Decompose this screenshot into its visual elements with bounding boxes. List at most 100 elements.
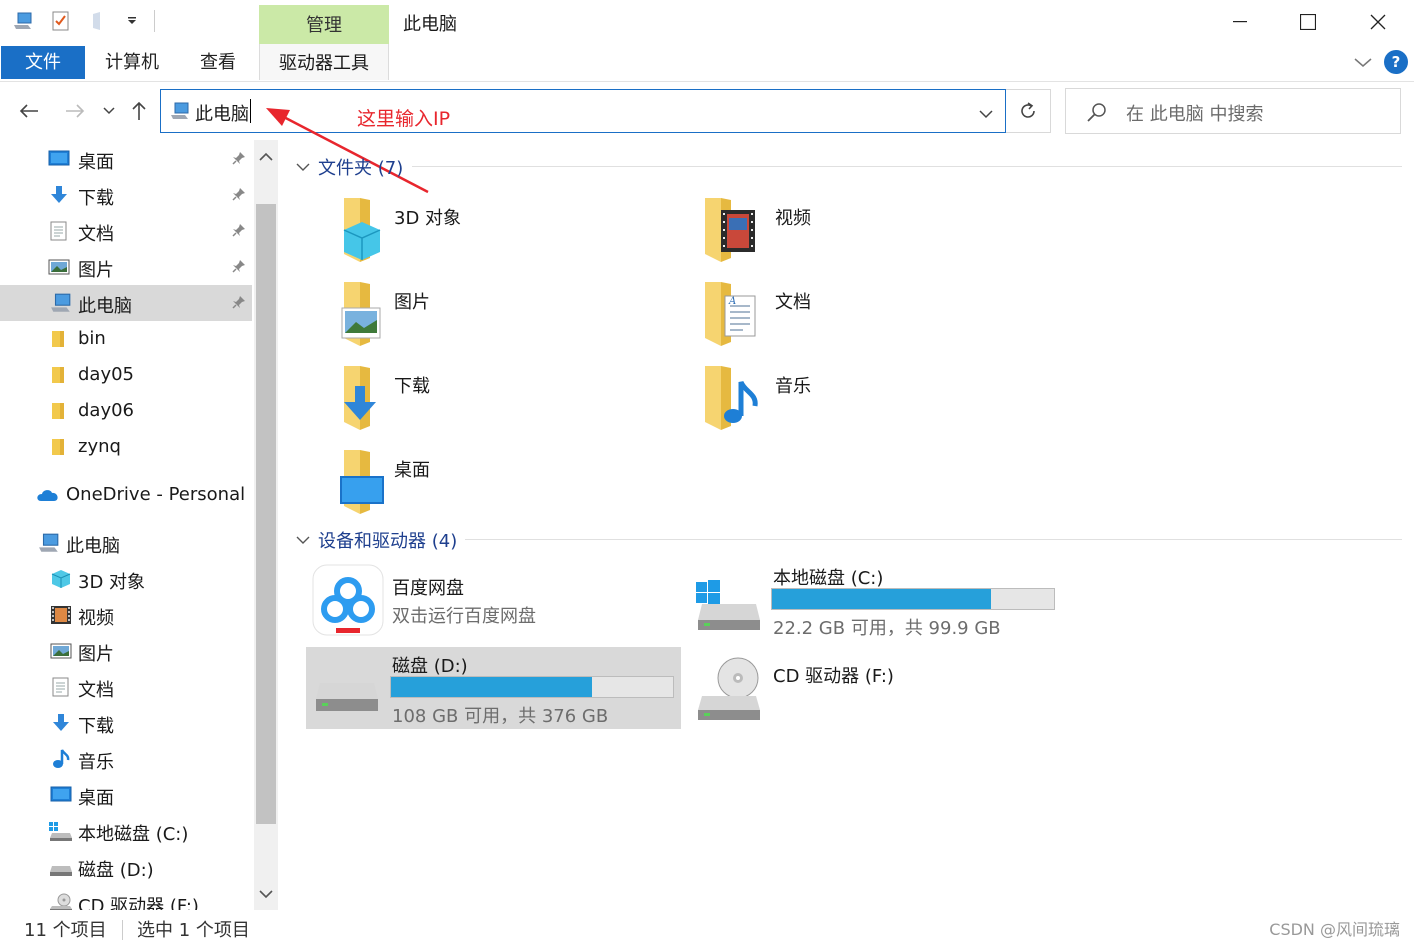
tab-computer[interactable]: 计算机 (105, 44, 159, 78)
text-cursor (250, 99, 251, 123)
properties-icon[interactable] (50, 10, 72, 32)
pc-icon (169, 102, 191, 124)
sidebar-item-3d-objects[interactable]: 3D 对象 (0, 561, 252, 597)
folders-section-header[interactable]: 文件夹 (7) (296, 154, 403, 180)
sidebar-item-label: day05 (78, 364, 135, 385)
sidebar-item-drive-d[interactable]: 磁盘 (D:) (0, 849, 252, 885)
folder-name: 3D 对象 (394, 208, 462, 229)
toolbar-divider (154, 10, 155, 32)
sidebar-item-label: 图片 (78, 260, 114, 281)
sidebar-item-day05[interactable]: day05 (0, 357, 252, 393)
search-box[interactable]: 在 此电脑 中搜索 (1065, 88, 1401, 134)
scroll-down-icon[interactable] (258, 886, 274, 902)
folder-tile-downloads[interactable]: 下载 (302, 364, 662, 444)
pc-icon[interactable] (12, 10, 34, 32)
devices-section-title: 设备和驱动器 (4) (318, 531, 458, 552)
scrollbar-thumb[interactable] (256, 204, 276, 824)
sidebar-item-music[interactable]: 音乐 (0, 741, 252, 777)
new-folder-icon[interactable] (88, 10, 110, 32)
address-path[interactable]: 此电脑 (195, 100, 249, 126)
annotation-label: 这里输入IP (357, 108, 451, 130)
help-icon[interactable]: ? (1384, 50, 1408, 74)
manage-context-tab[interactable]: 管理 (259, 5, 389, 44)
forward-button[interactable] (62, 98, 88, 124)
sidebar-item-downloads[interactable]: 下载 (0, 177, 252, 213)
sidebar-item-desktop[interactable]: 桌面 (0, 141, 252, 177)
address-dropdown-icon[interactable] (979, 104, 993, 123)
cd-drive-icon (50, 893, 72, 910)
tab-view[interactable]: 查看 (200, 44, 236, 78)
sidebar-item-label: 此电脑 (66, 536, 120, 557)
folder-tile-music[interactable]: 音乐 (683, 364, 1043, 444)
pin-icon[interactable] (232, 295, 246, 309)
maximize-button[interactable] (1278, 0, 1338, 44)
close-icon (1370, 14, 1386, 30)
disk-usage-bar (390, 676, 674, 698)
download-icon (53, 714, 69, 731)
sidebar-item-pictures[interactable]: 图片 (0, 249, 252, 285)
folder-name: 视频 (775, 208, 811, 229)
chevron-down-icon (296, 536, 310, 544)
title-bar: 管理 此电脑 (0, 0, 1414, 44)
devices-section-header[interactable]: 设备和驱动器 (4) (296, 527, 457, 553)
up-button[interactable] (126, 98, 152, 124)
scroll-up-icon[interactable] (258, 148, 274, 164)
disk-usage-fill (772, 589, 992, 609)
sidebar-item-label: 下载 (78, 188, 114, 209)
folder-icon (52, 439, 64, 455)
device-name: 百度网盘 (392, 578, 464, 599)
video-icon (51, 606, 71, 624)
folder-tile-videos[interactable]: 视频 (683, 196, 1043, 276)
refresh-icon (1021, 102, 1035, 118)
pin-icon[interactable] (232, 223, 246, 237)
sidebar-item-label: 图片 (78, 644, 114, 665)
sidebar-item-label: 文档 (78, 224, 114, 245)
tab-file[interactable]: 文件 (1, 46, 85, 79)
sidebar-item-bin[interactable]: bin (0, 321, 252, 357)
minimize-icon (1233, 21, 1247, 23)
device-name: 本地磁盘 (C:) (773, 568, 884, 589)
sidebar-item-zynq[interactable]: zynq (0, 429, 252, 465)
sidebar-item-cd-drive[interactable]: CD 驱动器 (F:) (0, 885, 252, 910)
status-bar: 11 个项目 选中 1 个项目 CSDN @风间琉璃 (0, 912, 1414, 945)
ribbon-tabs: 文件 计算机 查看 驱动器工具 ? (0, 44, 1414, 82)
device-baidu-netdisk[interactable]: 百度网盘 双击运行百度网盘 (306, 560, 681, 642)
sidebar-item-pictures-2[interactable]: 图片 (0, 633, 252, 669)
sidebar-item-day06[interactable]: day06 (0, 393, 252, 429)
back-button[interactable] (16, 98, 42, 124)
sidebar-item-label: 3D 对象 (78, 572, 146, 593)
sidebar-scrollbar[interactable] (254, 140, 278, 910)
sidebar-item-label: 视频 (78, 608, 114, 629)
sidebar-item-this-pc[interactable]: 此电脑 (0, 525, 252, 561)
device-local-disk-c[interactable]: 本地磁盘 (C:) 22.2 GB 可用，共 99.9 GB (690, 560, 1065, 642)
sidebar-item-drive-c[interactable]: 本地磁盘 (C:) (0, 813, 252, 849)
recent-locations-button[interactable] (96, 98, 122, 124)
sidebar-item-downloads-2[interactable]: 下载 (0, 705, 252, 741)
refresh-button[interactable] (1006, 89, 1051, 133)
expand-ribbon-icon[interactable] (1354, 53, 1372, 72)
disk-usage-fill (391, 677, 593, 697)
device-disk-d[interactable]: 磁盘 (D:) 108 GB 可用，共 376 GB (306, 647, 681, 729)
pin-icon[interactable] (232, 151, 246, 165)
folder-tile-pictures[interactable]: 图片 (302, 280, 662, 360)
watermark: CSDN @风间琉璃 (1269, 920, 1400, 939)
device-cd-drive-f[interactable]: CD 驱动器 (F:) (690, 652, 1065, 734)
folder-tile-desktop[interactable]: 桌面 (302, 448, 662, 528)
sidebar-item-desktop-2[interactable]: 桌面 (0, 777, 252, 813)
sidebar-item-label: 桌面 (78, 788, 114, 809)
sidebar-item-documents[interactable]: 文档 (0, 213, 252, 249)
sidebar-item-documents-2[interactable]: 文档 (0, 669, 252, 705)
sidebar-item-label: 下载 (78, 716, 114, 737)
tab-drive-tools[interactable]: 驱动器工具 (259, 44, 389, 80)
download-icon (51, 186, 67, 203)
close-button[interactable] (1348, 0, 1408, 44)
pin-icon[interactable] (232, 187, 246, 201)
sidebar-item-this-pc-pinned[interactable]: 此电脑 (0, 285, 252, 321)
sidebar-item-videos[interactable]: 视频 (0, 597, 252, 633)
minimize-button[interactable] (1210, 0, 1270, 44)
sidebar-item-onedrive[interactable]: OneDrive - Personal (0, 477, 252, 513)
folder-tile-documents[interactable]: A 文档 (683, 280, 1043, 360)
folder-tile-3d-objects[interactable]: 3D 对象 (302, 196, 662, 276)
pin-icon[interactable] (232, 259, 246, 273)
customize-dropdown-icon[interactable] (126, 10, 138, 32)
